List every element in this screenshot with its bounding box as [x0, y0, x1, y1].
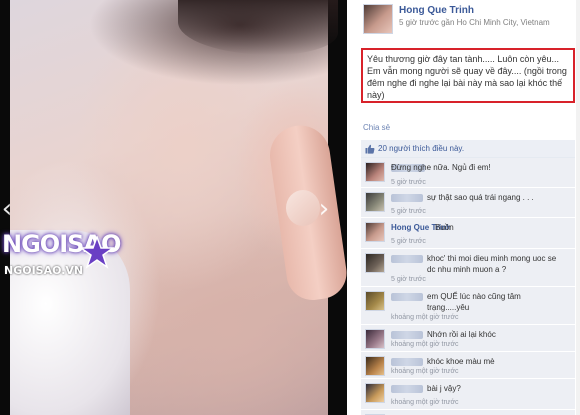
avatar[interactable]: [365, 329, 385, 349]
avatar[interactable]: [365, 253, 385, 273]
avatar[interactable]: [365, 192, 385, 212]
star-icon: [80, 236, 114, 269]
comment-timestamp[interactable]: khoảng một giờ trước: [391, 399, 459, 406]
avatar[interactable]: [365, 383, 385, 403]
photo-nail: [286, 190, 320, 226]
comment-text: sự thật sao quá trái ngang . . .: [427, 193, 534, 202]
comment-item: em QUỂ lúc nào cũng tâm trạng.....yêu kho…: [361, 287, 575, 325]
share-link[interactable]: Chia sẻ: [363, 123, 390, 132]
comment-list: Đừng nghe nữa. Ngủ đi em! 5 giờ trước sự t…: [361, 158, 575, 415]
comment-item: Đừng nghe nữa. Ngủ đi em! 5 giờ trước: [361, 158, 575, 188]
post-sidebar: Hong Que Trinh 5 giờ trước gần Ho Chi Mi…: [355, 0, 580, 415]
comment-item: Nhớn rồi ai lại khóc khoảng một giờ trước: [361, 325, 575, 352]
avatar[interactable]: [363, 4, 393, 34]
thumbs-up-icon: [365, 144, 375, 154]
likes-bar: 20 người thích điều này.: [361, 140, 575, 158]
comment-author-redacted[interactable]: [391, 293, 423, 301]
avatar[interactable]: [365, 222, 385, 242]
comment-item: Hong Que Trinh Buồn 5 giờ trước: [361, 218, 575, 249]
status-text: Yêu thương giờ đây tan tành..... Luôn cò…: [361, 48, 575, 103]
post-author[interactable]: Hong Que Trinh: [399, 5, 474, 16]
comment-text: em QUỂ lúc nào cũng tâm trạng.....yêu: [427, 292, 521, 312]
comment-item: khoc' thi moi dieu minh mong uoc se dc n…: [361, 249, 575, 287]
comment-timestamp[interactable]: khoảng một giờ trước: [391, 314, 459, 321]
watermark-url: NGOISAO.VN: [4, 264, 84, 277]
photo-viewer: ‹ › NGOISAO NGOISAO.VN: [0, 0, 347, 415]
likes-count[interactable]: 20 người thích điều này.: [378, 144, 464, 153]
comment-timestamp[interactable]: khoảng một giờ trước: [391, 341, 459, 348]
post-header: Hong Que Trinh 5 giờ trước gần Ho Chi Mi…: [363, 4, 578, 34]
chevron-right-icon[interactable]: ›: [317, 195, 331, 223]
comment-author-redacted[interactable]: [391, 358, 423, 366]
comment-timestamp[interactable]: 5 giờ trước: [391, 208, 426, 215]
comment-timestamp[interactable]: 5 giờ trước: [391, 276, 426, 283]
chevron-left-icon[interactable]: ‹: [0, 195, 14, 223]
comment-text: khóc khoe màu mè: [427, 357, 495, 366]
comment-item: khóc khoe màu mè khoảng một giờ trước: [361, 352, 575, 379]
comment-author-redacted[interactable]: [391, 331, 423, 339]
comment-text: Buồn: [435, 223, 454, 232]
comment-author-redacted[interactable]: [391, 385, 423, 393]
avatar[interactable]: [365, 356, 385, 376]
comment-timestamp[interactable]: 5 giờ trước: [391, 179, 426, 186]
comment-item: bài j vậy? khoảng một giờ trước: [361, 379, 575, 410]
photo-hair-shadow: [178, 0, 338, 55]
comment-text: khoc' thi moi dieu minh mong uoc se dc n…: [427, 254, 557, 274]
avatar[interactable]: [365, 162, 385, 182]
comment-text: Đừng nghe nữa. Ngủ đi em!: [391, 163, 491, 172]
photo[interactable]: [10, 0, 347, 415]
watermark: NGOISAO NGOISAO.VN: [2, 222, 132, 302]
comment-text: Nhớn rồi ai lại khóc: [427, 330, 496, 339]
avatar[interactable]: [365, 291, 385, 311]
comment-item: "Anh se vui....neu": [361, 410, 575, 415]
post-meta: 5 giờ trước gần Ho Chi Minh City, Vietna…: [399, 18, 550, 27]
comment-author-redacted[interactable]: [391, 194, 423, 202]
comment-item: sự thật sao quá trái ngang . . .5 giờ tr…: [361, 188, 575, 218]
comment-text: bài j vậy?: [427, 384, 461, 393]
comment-author-redacted[interactable]: [391, 255, 423, 263]
comment-timestamp[interactable]: 5 giờ trước: [391, 238, 426, 245]
scrollbar[interactable]: [576, 0, 580, 415]
comment-timestamp[interactable]: khoảng một giờ trước: [391, 368, 459, 375]
